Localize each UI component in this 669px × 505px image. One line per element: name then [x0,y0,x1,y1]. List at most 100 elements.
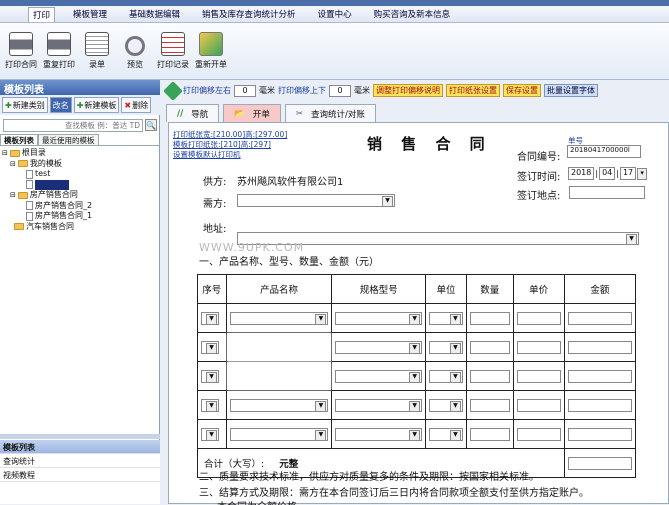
tree-node-car-sales[interactable]: 汽车销售合同 [2,222,158,233]
spec-select[interactable] [335,340,423,354]
index-select[interactable] [201,398,219,412]
menu-sales-stats[interactable]: 销售及库存查询统计分析 [198,7,300,21]
amount-field[interactable] [567,369,632,383]
table-header: 序号 产品名称 规格型号 单位 数量 单价 金额 [197,274,637,304]
tree-node-test[interactable]: test [2,169,158,180]
tab-query-reconcile[interactable]: ✂ 查询统计/对账 [284,104,376,122]
reprint-button[interactable]: 重复打印 [40,23,78,79]
price-field[interactable] [516,427,561,441]
slash-icon: // [177,108,184,119]
tree-node-sales-contract[interactable]: 销售合同 [2,179,158,190]
menu-template-manage[interactable]: 模板管理 [69,7,111,21]
tree-node-root[interactable]: ⊟ 根目录 [2,148,158,159]
preview-button[interactable]: 预览 [116,23,154,79]
spec-select[interactable] [335,427,423,441]
move-icon [163,80,183,101]
sign-date-picker[interactable]: 2018 | 04 | 17 ▾ [568,167,648,180]
product-select[interactable] [229,398,329,412]
qty-field[interactable] [469,398,510,412]
spec-select[interactable] [335,311,423,325]
menu-purchase-info[interactable]: 购买咨询及新本信息 [370,7,455,21]
index-select[interactable] [201,311,219,325]
index-select[interactable] [201,340,219,354]
tab-recent-templates[interactable]: 最近使用的模板 [38,134,99,145]
menu-bar: 打印 模板管理 基础数据编辑 销售及库存查询统计分析 设置中心 购买咨询及新本信… [0,6,669,23]
offset-help-button[interactable]: 调整打印偏移说明 [373,84,443,97]
qty-field[interactable] [469,427,510,441]
amount-field[interactable] [567,340,632,354]
qty-field[interactable] [469,311,510,325]
price-field[interactable] [516,340,561,354]
qty-field[interactable] [469,369,510,383]
amount-field[interactable] [567,398,632,412]
nav-query-stats[interactable]: 查询统计 [0,454,160,468]
print-log-button[interactable]: 打印记录 [154,23,192,79]
menu-basic-data[interactable]: 基础数据编辑 [125,7,184,21]
price-field[interactable] [516,369,561,383]
new-category-button[interactable]: ✚ 新建类别 [2,97,48,113]
rename-button[interactable]: 改名 [49,97,72,113]
folder-icon [9,149,20,157]
qty-field[interactable] [469,340,510,354]
delete-button[interactable]: ✖ 删除 [121,97,152,113]
supplier-value: 苏州飚风软件有限公司1 [237,177,344,188]
tools-icon: ✂ [295,108,303,119]
amount-field[interactable] [567,311,632,325]
col-index: 序号 [197,274,227,304]
template-search-input[interactable] [3,118,143,132]
enter-order-button[interactable]: 录单 [78,23,116,79]
amount-field[interactable] [567,427,632,441]
document-icon [26,211,33,221]
panel-splitter[interactable] [0,434,160,439]
nav-video-tutorial[interactable]: 视频教程 [0,468,160,482]
unit-select[interactable] [429,427,463,441]
index-select[interactable] [201,427,219,441]
offset-lr-input[interactable]: 0 [234,84,256,97]
tree-node-house-sales-1[interactable]: 房产销售合同_1 [2,211,158,222]
magnifier-icon [125,36,145,56]
unit-select[interactable] [429,369,463,383]
unit-select[interactable] [429,398,463,412]
tab-navigation[interactable]: //导航 [166,104,220,122]
batch-font-button[interactable]: 批量设置字体 [544,84,598,97]
default-printer-link[interactable]: 设置模板默认打印机 [173,149,241,160]
menu-settings[interactable]: 设置中心 [314,7,356,21]
tree-node-house-sales[interactable]: ⊟ 房产销售合同 [2,190,158,201]
tree-node-house-sales-2[interactable]: 房产销售合同_2 [2,201,158,212]
tab-open-order[interactable]: 📂 开单 [223,104,281,122]
contract-no-label: 合同编号: [517,152,561,163]
table-row [197,332,637,362]
col-unit: 单位 [425,274,467,304]
unit-select[interactable] [429,311,463,325]
product-select[interactable] [229,427,329,441]
product-table: 序号 产品名称 规格型号 单位 数量 单价 金额 ▼ ▼ ▼ ▼ ▼ ▼ ▼ ▼… [197,274,637,478]
price-field[interactable] [516,398,561,412]
buyer-select[interactable] [237,194,395,207]
search-icon[interactable]: 🔍 [145,119,157,131]
tab-template-list[interactable]: 模板列表 [0,134,38,145]
price-field[interactable] [516,311,561,325]
total-amount-field[interactable] [567,456,632,470]
contract-document: 打印纸张宽:[210.00]高:[297.00] 模板打印纸张:[210]高:[… [168,122,669,505]
clipboard-icon [161,32,185,56]
new-order-button[interactable]: 重新开单 [192,23,230,79]
contract-title: 销 售 合 同 [367,135,492,153]
contract-no-field[interactable]: 2018041700000l [567,145,641,158]
tree-node-my-templates[interactable]: ⊟ 我的模板 [2,159,158,170]
product-select[interactable] [229,311,329,325]
new-template-button[interactable]: ✚ 新建模板 [73,97,120,113]
paper-settings-button[interactable]: 打印纸张设置 [446,84,500,97]
folder-icon [14,223,24,231]
spec-select[interactable] [335,398,423,412]
sign-time-label: 签订时间: [517,172,561,183]
spec-select[interactable] [335,369,423,383]
offset-ud-unit: 毫米 [354,86,370,95]
index-select[interactable] [201,369,219,383]
print-contract-button[interactable]: 打印合同 [2,23,40,79]
unit-select[interactable] [429,340,463,354]
sign-place-field[interactable] [569,186,645,199]
menu-print[interactable]: 打印 [28,6,56,22]
offset-ud-input[interactable]: 0 [329,84,351,97]
save-settings-button[interactable]: 保存设置 [503,84,541,97]
nav-template-list[interactable]: 模板列表 [0,440,160,454]
